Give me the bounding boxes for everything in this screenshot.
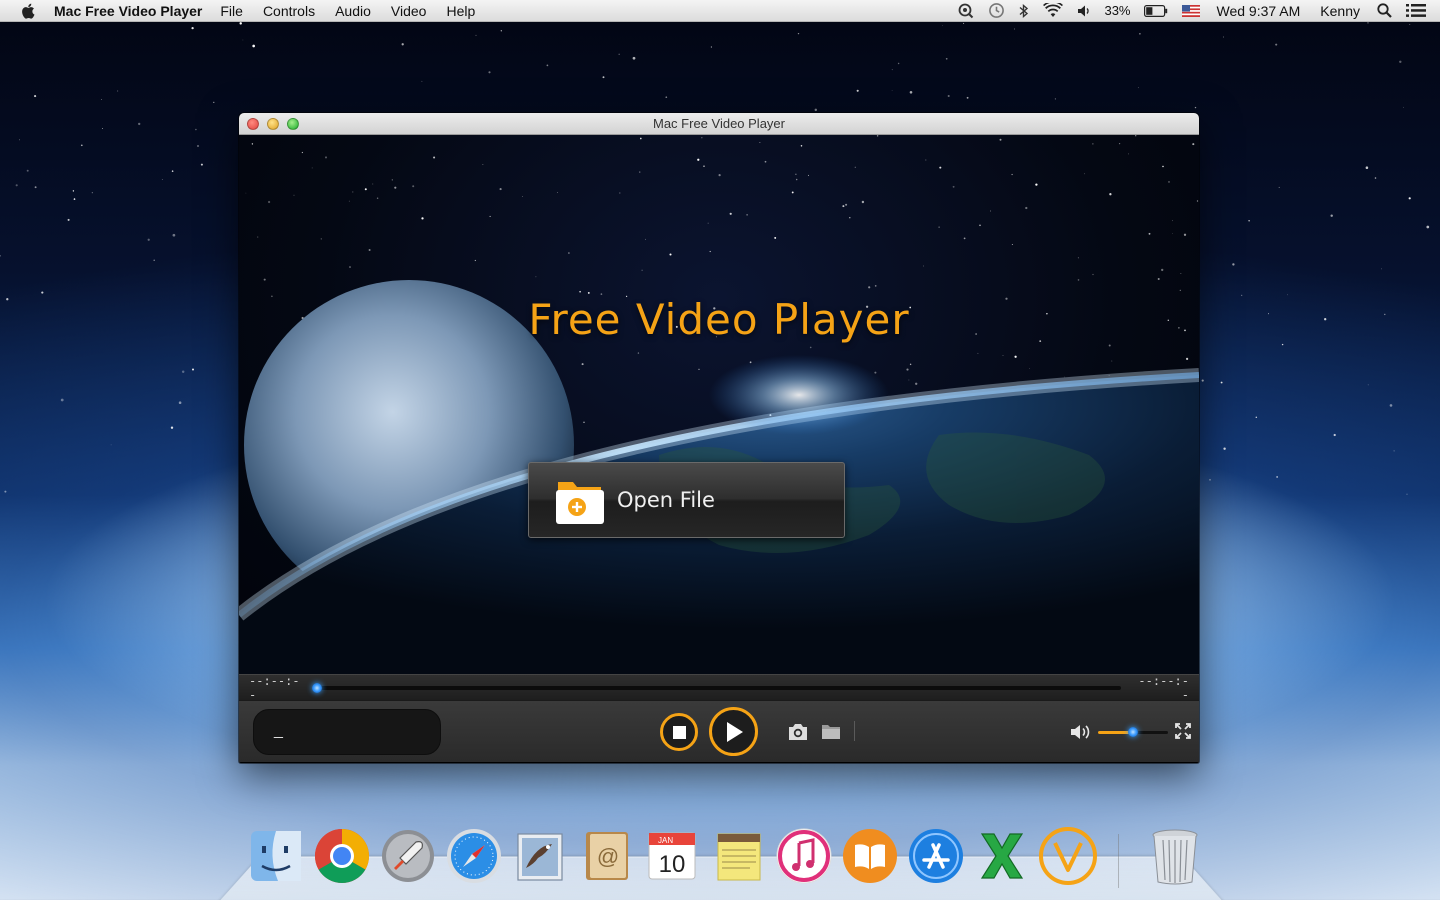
menu-app-name[interactable]: Mac Free Video Player (54, 3, 202, 19)
earth-backdrop-image (239, 135, 1199, 674)
menu-audio[interactable]: Audio (335, 3, 371, 19)
speaker-volume-icon[interactable] (1070, 723, 1092, 741)
us-flag-input-icon[interactable] (1181, 4, 1200, 17)
video-player-icon (1039, 827, 1097, 885)
dock-launchpad[interactable] (378, 824, 438, 888)
menu-file[interactable]: File (220, 3, 243, 19)
minimize-window-button[interactable] (267, 117, 279, 130)
window-title: Mac Free Video Player (653, 116, 785, 131)
bluetooth-icon[interactable] (1019, 3, 1029, 19)
svg-text:@: @ (597, 844, 619, 869)
dock-safari[interactable] (444, 824, 504, 888)
excel-icon (980, 833, 1024, 879)
fullscreen-icon[interactable] (1175, 723, 1191, 739)
mail-icon (517, 833, 563, 881)
open-folder-icon[interactable] (821, 723, 841, 740)
dock-trash[interactable] (1145, 824, 1205, 888)
trash-icon (1152, 829, 1198, 885)
window-titlebar[interactable]: Mac Free Video Player (239, 113, 1199, 135)
battery-percent: 33% (1104, 3, 1131, 18)
dock-excel[interactable] (972, 824, 1032, 888)
player-window: Mac Free Video Player Free Video Player … (239, 113, 1199, 763)
dock-notes[interactable] (708, 824, 768, 888)
calendar-day: 10 (659, 851, 686, 878)
time-machine-icon[interactable] (988, 2, 1005, 19)
battery-icon[interactable] (1143, 4, 1168, 17)
spotlight-icon[interactable] (1377, 3, 1392, 18)
snapshot-camera-icon[interactable] (787, 723, 809, 741)
menubar-clock[interactable]: Wed 9:37 AM (1217, 3, 1301, 19)
dock-mail[interactable] (510, 824, 570, 888)
ibooks-icon (843, 829, 897, 883)
menu-controls[interactable]: Controls (263, 3, 315, 19)
notification-center-icon[interactable] (1406, 3, 1426, 18)
play-button[interactable] (709, 707, 758, 756)
contacts-icon: @ (586, 832, 628, 880)
apple-menu-icon[interactable] (20, 2, 38, 20)
finder-icon (251, 831, 301, 881)
open-file-label: Open File (617, 488, 715, 512)
video-area[interactable]: Free Video Player Open File (239, 135, 1199, 674)
dock-video-player[interactable] (1038, 824, 1098, 888)
play-icon (726, 721, 743, 742)
app-store-icon (909, 829, 963, 883)
seek-bar: --:--:-- --:--:-- (239, 673, 1199, 702)
seek-knob[interactable] (312, 682, 322, 693)
menu-video[interactable]: Video (391, 3, 427, 19)
close-window-button[interactable] (247, 117, 259, 130)
dock-itunes[interactable] (774, 824, 834, 888)
elapsed-time: --:--:-- (249, 673, 300, 702)
volume-knob[interactable] (1128, 727, 1138, 737)
dock-app-store[interactable] (906, 824, 966, 888)
dock-ibooks[interactable] (840, 824, 900, 888)
control-divider (854, 721, 855, 741)
calendar-icon: JAN 10 (648, 832, 696, 880)
dock: @ JAN 10 (246, 818, 1205, 888)
calendar-month: JAN (658, 836, 673, 845)
chrome-icon (314, 829, 370, 883)
screen-search-icon[interactable] (958, 3, 974, 19)
remaining-time: --:--:-- (1138, 673, 1189, 702)
safari-icon (447, 829, 501, 883)
volume-slider[interactable] (1098, 727, 1168, 737)
launchpad-icon (382, 830, 434, 882)
menu-bar: Mac Free Video Player File Controls Audi… (0, 0, 1440, 22)
status-area: 33% Wed 9:37 AM Kenny (951, 0, 1440, 22)
stop-icon (672, 725, 686, 739)
add-folder-icon (556, 482, 604, 524)
player-title: Free Video Player (528, 295, 910, 344)
dock-separator (1118, 834, 1119, 888)
control-bar: _ (239, 700, 1199, 762)
zoom-window-button[interactable] (287, 117, 299, 130)
stop-button[interactable] (660, 713, 698, 751)
open-file-button[interactable]: Open File (528, 462, 845, 538)
dock-contacts[interactable]: @ (576, 824, 636, 888)
dock-chrome[interactable] (312, 824, 372, 888)
notes-icon (717, 833, 761, 881)
seek-track[interactable] (312, 682, 1121, 693)
wifi-icon[interactable] (1043, 3, 1064, 18)
dock-finder[interactable] (246, 824, 306, 888)
itunes-icon (776, 828, 832, 884)
media-info-display: _ (253, 709, 441, 755)
dock-calendar[interactable]: JAN 10 (642, 824, 702, 888)
menu-help[interactable]: Help (446, 3, 475, 19)
volume-icon[interactable] (1077, 4, 1091, 18)
menubar-user[interactable]: Kenny (1320, 3, 1360, 19)
